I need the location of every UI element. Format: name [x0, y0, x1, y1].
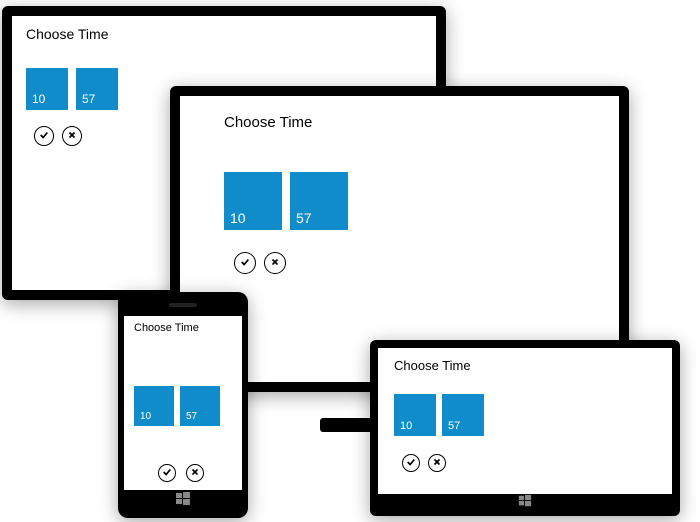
screen: Choose Time 10 57: [378, 348, 672, 494]
action-row: [34, 126, 82, 146]
minute-tile[interactable]: 57: [76, 68, 118, 110]
time-tiles: 10 57: [394, 394, 484, 436]
action-row: [402, 454, 446, 472]
page-title: Choose Time: [134, 322, 199, 334]
check-icon: [162, 464, 172, 482]
phone-earpiece: [169, 303, 197, 307]
check-icon: [406, 454, 416, 472]
time-tiles: 10 57: [134, 386, 220, 426]
cancel-button[interactable]: [186, 464, 204, 482]
hour-tile[interactable]: 10: [224, 172, 282, 230]
time-tiles: 10 57: [224, 172, 348, 230]
hour-value: 10: [32, 92, 45, 106]
page-title: Choose Time: [26, 26, 108, 42]
confirm-button[interactable]: [158, 464, 176, 482]
phone-device: Choose Time 10 57: [118, 292, 248, 518]
check-icon: [39, 127, 49, 145]
page-title: Choose Time: [224, 114, 312, 131]
windows-logo-icon: [175, 491, 191, 512]
cancel-button[interactable]: [264, 252, 286, 274]
close-icon: [432, 454, 442, 472]
hour-value: 10: [230, 210, 246, 226]
minute-value: 57: [82, 92, 95, 106]
close-icon: [190, 464, 200, 482]
minute-value: 57: [448, 420, 460, 432]
minute-tile[interactable]: 57: [180, 386, 220, 426]
screen: Choose Time 10 57: [124, 316, 242, 490]
device-showcase: Choose Time 10 57 Choose Time 10 57: [0, 0, 700, 522]
page-title: Choose Time: [394, 358, 471, 373]
minute-value: 57: [296, 210, 312, 226]
hour-value: 10: [400, 420, 412, 432]
close-icon: [270, 254, 280, 272]
minute-tile[interactable]: 57: [442, 394, 484, 436]
windows-logo-icon: [518, 494, 532, 513]
confirm-button[interactable]: [34, 126, 54, 146]
hour-tile[interactable]: 10: [26, 68, 68, 110]
cancel-button[interactable]: [62, 126, 82, 146]
cancel-button[interactable]: [428, 454, 446, 472]
action-row: [234, 252, 286, 274]
close-icon: [67, 127, 77, 145]
tablet-device: Choose Time 10 57: [370, 340, 680, 516]
minute-value: 57: [186, 411, 197, 422]
minute-tile[interactable]: 57: [290, 172, 348, 230]
time-picker-app: Choose Time 10 57: [124, 316, 242, 490]
confirm-button[interactable]: [234, 252, 256, 274]
hour-tile[interactable]: 10: [134, 386, 174, 426]
time-picker-app: Choose Time 10 57: [378, 348, 672, 494]
check-icon: [240, 254, 250, 272]
action-row: [158, 464, 204, 482]
hour-value: 10: [140, 411, 151, 422]
time-tiles: 10 57: [26, 68, 118, 110]
confirm-button[interactable]: [402, 454, 420, 472]
hour-tile[interactable]: 10: [394, 394, 436, 436]
